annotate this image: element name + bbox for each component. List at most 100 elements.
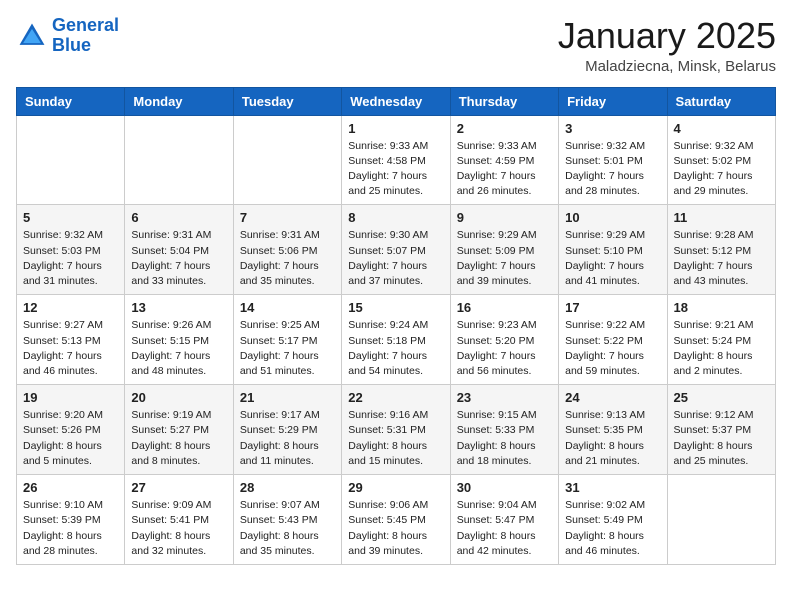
calendar-cell: 11 Sunrise: 9:28 AM Sunset: 5:12 PM Dayli… — [667, 205, 775, 295]
calendar-cell: 1 Sunrise: 9:33 AM Sunset: 4:58 PM Daylig… — [342, 115, 450, 205]
calendar-cell: 24 Sunrise: 9:13 AM Sunset: 5:35 PM Dayli… — [559, 385, 667, 475]
calendar-cell: 23 Sunrise: 9:15 AM Sunset: 5:33 PM Dayli… — [450, 385, 558, 475]
calendar-cell: 5 Sunrise: 9:32 AM Sunset: 5:03 PM Daylig… — [17, 205, 125, 295]
calendar-cell: 22Sunrise: 9:16 AM Sunset: 5:31 PM Dayli… — [342, 385, 450, 475]
day-info: Sunrise: 9:24 AM Sunset: 5:18 PM Dayligh… — [348, 318, 443, 379]
day-number: 30 — [457, 480, 552, 495]
day-number: 15 — [348, 300, 443, 315]
calendar-cell: 6 Sunrise: 9:31 AM Sunset: 5:04 PM Daylig… — [125, 205, 233, 295]
day-number: 17 — [565, 300, 660, 315]
day-info: Sunrise: 9:07 AM Sunset: 5:43 PM Dayligh… — [240, 498, 335, 559]
day-number: 28 — [240, 480, 335, 495]
weekday-header: Tuesday — [233, 87, 341, 115]
calendar-cell: 28 Sunrise: 9:07 AM Sunset: 5:43 PM Dayli… — [233, 475, 341, 565]
day-number: 4 — [674, 121, 769, 136]
day-info: Sunrise: 9:21 AM Sunset: 5:24 PM Dayligh… — [674, 318, 769, 379]
day-number: 2 — [457, 121, 552, 136]
calendar-cell: 2 Sunrise: 9:33 AM Sunset: 4:59 PM Daylig… — [450, 115, 558, 205]
day-info: Sunrise: 9:29 AM Sunset: 5:10 PM Dayligh… — [565, 228, 660, 289]
calendar-cell: 18 Sunrise: 9:21 AM Sunset: 5:24 PM Dayli… — [667, 295, 775, 385]
day-number: 1 — [348, 121, 443, 136]
day-info: Sunrise: 9:32 AM Sunset: 5:02 PM Dayligh… — [674, 139, 769, 200]
weekday-header: Monday — [125, 87, 233, 115]
calendar-cell: 19Sunrise: 9:20 AM Sunset: 5:26 PM Dayli… — [17, 385, 125, 475]
day-info: Sunrise: 9:33 AM Sunset: 4:58 PM Dayligh… — [348, 139, 443, 200]
calendar-cell: 26 Sunrise: 9:10 AM Sunset: 5:39 PM Dayli… — [17, 475, 125, 565]
day-number: 23 — [457, 390, 552, 405]
day-number: 3 — [565, 121, 660, 136]
day-info: Sunrise: 9:32 AM Sunset: 5:01 PM Dayligh… — [565, 139, 660, 200]
day-info: Sunrise: 9:15 AM Sunset: 5:33 PM Dayligh… — [457, 408, 552, 469]
day-info: Sunrise: 9:04 AM Sunset: 5:47 PM Dayligh… — [457, 498, 552, 559]
calendar-week-row: 1 Sunrise: 9:33 AM Sunset: 4:58 PM Daylig… — [17, 115, 776, 205]
day-number: 6 — [131, 210, 226, 225]
day-info: Sunrise: 9:02 AM Sunset: 5:49 PM Dayligh… — [565, 498, 660, 559]
day-info: Sunrise: 9:33 AM Sunset: 4:59 PM Dayligh… — [457, 139, 552, 200]
calendar-cell — [17, 115, 125, 205]
calendar-cell: 15 Sunrise: 9:24 AM Sunset: 5:18 PM Dayli… — [342, 295, 450, 385]
day-number: 10 — [565, 210, 660, 225]
calendar-cell: 9 Sunrise: 9:29 AM Sunset: 5:09 PM Daylig… — [450, 205, 558, 295]
day-info: Sunrise: 9:13 AM Sunset: 5:35 PM Dayligh… — [565, 408, 660, 469]
day-info: Sunrise: 9:23 AM Sunset: 5:20 PM Dayligh… — [457, 318, 552, 379]
calendar-cell: 12Sunrise: 9:27 AM Sunset: 5:13 PM Dayli… — [17, 295, 125, 385]
calendar: SundayMondayTuesdayWednesdayThursdayFrid… — [16, 87, 776, 565]
calendar-cell: 20Sunrise: 9:19 AM Sunset: 5:27 PM Dayli… — [125, 385, 233, 475]
day-number: 26 — [23, 480, 118, 495]
calendar-cell: 30 Sunrise: 9:04 AM Sunset: 5:47 PM Dayli… — [450, 475, 558, 565]
day-info: Sunrise: 9:28 AM Sunset: 5:12 PM Dayligh… — [674, 228, 769, 289]
calendar-cell: 4 Sunrise: 9:32 AM Sunset: 5:02 PM Daylig… — [667, 115, 775, 205]
weekday-header: Saturday — [667, 87, 775, 115]
day-number: 21 — [240, 390, 335, 405]
weekday-header: Thursday — [450, 87, 558, 115]
weekday-header: Friday — [559, 87, 667, 115]
day-info: Sunrise: 9:32 AM Sunset: 5:03 PM Dayligh… — [23, 228, 118, 289]
calendar-week-row: 5 Sunrise: 9:32 AM Sunset: 5:03 PM Daylig… — [17, 205, 776, 295]
calendar-cell: 27 Sunrise: 9:09 AM Sunset: 5:41 PM Dayli… — [125, 475, 233, 565]
day-number: 11 — [674, 210, 769, 225]
day-info: Sunrise: 9:10 AM Sunset: 5:39 PM Dayligh… — [23, 498, 118, 559]
calendar-cell: 31 Sunrise: 9:02 AM Sunset: 5:49 PM Dayli… — [559, 475, 667, 565]
day-number: 5 — [23, 210, 118, 225]
month-title: January 2025 — [558, 16, 776, 56]
day-info: Sunrise: 9:31 AM Sunset: 5:04 PM Dayligh… — [131, 228, 226, 289]
day-number: 25 — [674, 390, 769, 405]
day-info: Sunrise: 9:29 AM Sunset: 5:09 PM Dayligh… — [457, 228, 552, 289]
logo-line1: General — [52, 15, 119, 35]
calendar-cell — [667, 475, 775, 565]
calendar-cell: 21 Sunrise: 9:17 AM Sunset: 5:29 PM Dayli… — [233, 385, 341, 475]
day-number: 19 — [23, 390, 118, 405]
day-info: Sunrise: 9:19 AM Sunset: 5:27 PM Dayligh… — [131, 408, 226, 469]
logo: General Blue — [16, 16, 119, 56]
day-info: Sunrise: 9:22 AM Sunset: 5:22 PM Dayligh… — [565, 318, 660, 379]
day-number: 9 — [457, 210, 552, 225]
day-number: 7 — [240, 210, 335, 225]
calendar-cell — [233, 115, 341, 205]
day-number: 18 — [674, 300, 769, 315]
title-block: January 2025 Maladziecna, Minsk, Belarus — [558, 16, 776, 75]
calendar-cell: 17 Sunrise: 9:22 AM Sunset: 5:22 PM Dayli… — [559, 295, 667, 385]
calendar-cell: 10 Sunrise: 9:29 AM Sunset: 5:10 PM Dayli… — [559, 205, 667, 295]
logo-icon — [16, 20, 48, 52]
calendar-week-row: 19Sunrise: 9:20 AM Sunset: 5:26 PM Dayli… — [17, 385, 776, 475]
calendar-cell: 29Sunrise: 9:06 AM Sunset: 5:45 PM Dayli… — [342, 475, 450, 565]
day-info: Sunrise: 9:31 AM Sunset: 5:06 PM Dayligh… — [240, 228, 335, 289]
day-info: Sunrise: 9:12 AM Sunset: 5:37 PM Dayligh… — [674, 408, 769, 469]
calendar-cell: 13 Sunrise: 9:26 AM Sunset: 5:15 PM Dayli… — [125, 295, 233, 385]
logo-text: General Blue — [52, 16, 119, 56]
day-info: Sunrise: 9:09 AM Sunset: 5:41 PM Dayligh… — [131, 498, 226, 559]
day-number: 14 — [240, 300, 335, 315]
day-number: 31 — [565, 480, 660, 495]
weekday-header: Sunday — [17, 87, 125, 115]
day-number: 12 — [23, 300, 118, 315]
location: Maladziecna, Minsk, Belarus — [558, 58, 776, 75]
logo-line2: Blue — [52, 35, 91, 55]
day-number: 8 — [348, 210, 443, 225]
day-number: 13 — [131, 300, 226, 315]
day-number: 24 — [565, 390, 660, 405]
day-number: 27 — [131, 480, 226, 495]
day-info: Sunrise: 9:26 AM Sunset: 5:15 PM Dayligh… — [131, 318, 226, 379]
calendar-cell: 8Sunrise: 9:30 AM Sunset: 5:07 PM Daylig… — [342, 205, 450, 295]
calendar-cell: 14Sunrise: 9:25 AM Sunset: 5:17 PM Dayli… — [233, 295, 341, 385]
day-info: Sunrise: 9:17 AM Sunset: 5:29 PM Dayligh… — [240, 408, 335, 469]
